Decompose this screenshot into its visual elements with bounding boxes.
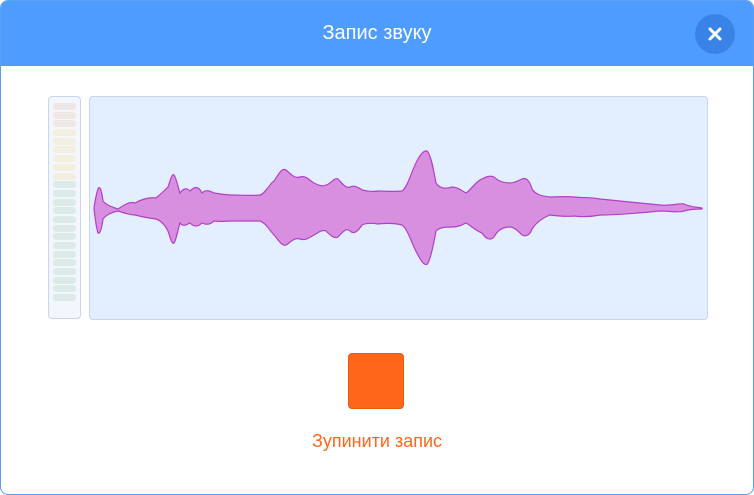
- meter-segment: [53, 250, 76, 258]
- close-button[interactable]: [695, 14, 735, 54]
- waveform-shape: [93, 150, 703, 266]
- meter-segment: [53, 224, 76, 232]
- meter-segment: [53, 285, 76, 293]
- stop-recording-button[interactable]: [348, 353, 404, 409]
- record-sound-dialog: Запис звуку Зупинити запис: [0, 0, 754, 495]
- meter-segment: [53, 242, 76, 249]
- meter-segment: [53, 215, 76, 223]
- close-icon: [708, 27, 722, 41]
- stop-recording-label[interactable]: Зупинити запис: [1, 431, 753, 452]
- meter-segment: [53, 198, 76, 206]
- meter-segment: [53, 155, 76, 163]
- meter-segment: [53, 207, 76, 215]
- meter-segment: [53, 294, 76, 302]
- meter-segment: [53, 163, 76, 171]
- meter-segment: [53, 146, 76, 154]
- meter-segment: [53, 129, 76, 137]
- meter-segment: [53, 276, 76, 284]
- meter-segment: [53, 233, 76, 241]
- meter-segment: [53, 103, 76, 110]
- meter-segment: [53, 111, 76, 119]
- dialog-header: Запис звуку: [1, 1, 753, 66]
- waveform-graphic: [93, 150, 703, 266]
- meter-segment: [53, 259, 76, 267]
- meter-segment: [53, 137, 76, 145]
- dialog-title: Запис звуку: [322, 22, 432, 44]
- waveform-display: [89, 96, 708, 320]
- meter-segment: [53, 172, 76, 180]
- meter-segment: [53, 268, 76, 276]
- volume-level-meter: [48, 96, 81, 319]
- meter-segment: [53, 120, 76, 128]
- meter-segment: [53, 189, 76, 197]
- meter-segment: [53, 181, 76, 189]
